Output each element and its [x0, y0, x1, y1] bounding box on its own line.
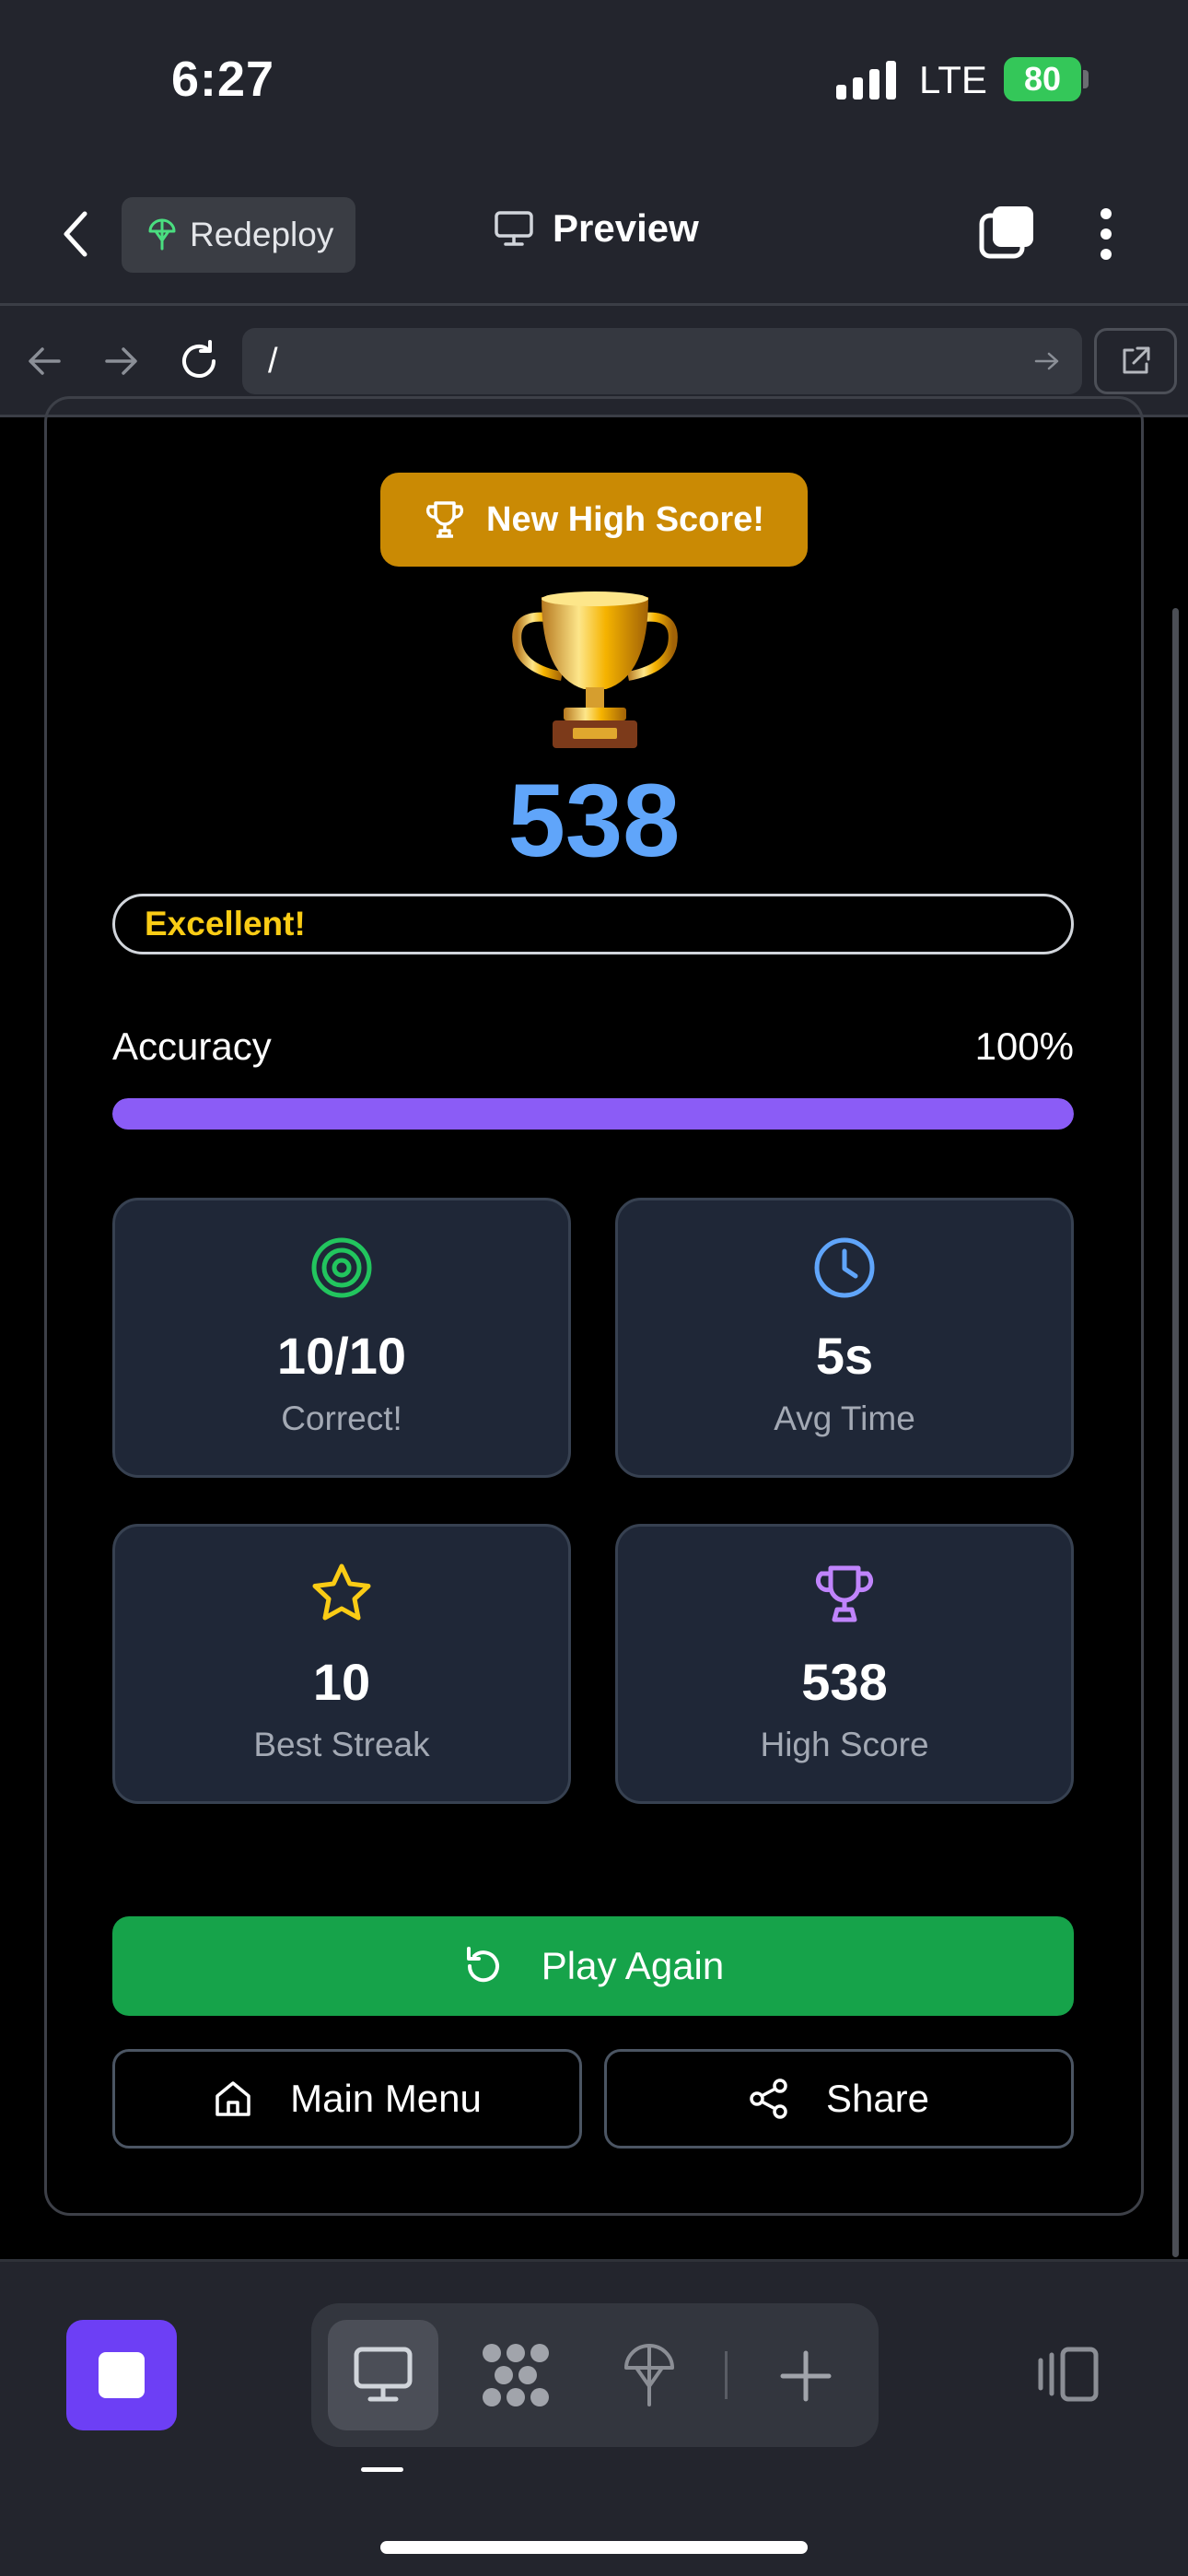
- share-label: Share: [825, 2077, 930, 2120]
- trophy-icon: [815, 1565, 874, 1622]
- share-button[interactable]: Share: [604, 2049, 1074, 2149]
- url-input[interactable]: /: [242, 328, 1082, 394]
- nav-back-arrow-icon[interactable]: [26, 345, 63, 378]
- go-arrow-icon[interactable]: [1034, 350, 1060, 372]
- monitor-icon: [354, 2347, 413, 2402]
- stat-value: 10: [312, 1653, 371, 1711]
- redeploy-label: Redeploy: [190, 216, 334, 253]
- stop-button[interactable]: [66, 2320, 177, 2430]
- main-menu-button[interactable]: Main Menu: [112, 2049, 582, 2149]
- target-icon: [311, 1237, 372, 1298]
- divider: [0, 2259, 1188, 2262]
- accuracy-progress-bar: [112, 1098, 1074, 1130]
- clock-icon: [814, 1237, 875, 1298]
- divider: [0, 303, 1188, 306]
- add-icon[interactable]: [779, 2349, 833, 2403]
- trophy-icon: [512, 591, 678, 748]
- redeploy-button[interactable]: Redeploy: [122, 197, 355, 273]
- home-icon: [215, 2081, 250, 2116]
- star-icon: [312, 1563, 371, 1621]
- stat-value: 10/10: [276, 1327, 407, 1385]
- monitor-icon: [495, 211, 533, 246]
- network-type: LTE: [919, 58, 987, 101]
- stat-label: Correct!: [281, 1399, 402, 1437]
- rating-label: Excellent!: [112, 894, 1074, 954]
- signal-icon: [836, 61, 896, 100]
- stat-label: Best Streak: [253, 1726, 430, 1763]
- stat-card-best-streak: 10 Best Streak: [112, 1524, 571, 1804]
- open-external-button[interactable]: [1094, 328, 1177, 394]
- stat-card-high-score: 538 High Score: [615, 1524, 1074, 1804]
- badge-label: New High Score!: [486, 499, 764, 539]
- accuracy-progress-fill: [112, 1098, 1074, 1130]
- play-again-label: Play Again: [541, 1944, 725, 1987]
- stop-icon: [99, 2352, 145, 2398]
- stat-label: Avg Time: [774, 1399, 915, 1437]
- status-time: 6:27: [171, 52, 275, 107]
- url-value: /: [268, 342, 278, 381]
- share-icon: [750, 2078, 787, 2119]
- home-indicator[interactable]: [380, 2541, 808, 2554]
- back-chevron-icon[interactable]: [61, 208, 90, 260]
- deploy-icon[interactable]: [623, 2340, 676, 2408]
- stat-value: 538: [801, 1653, 888, 1711]
- active-indicator: [361, 2467, 403, 2472]
- redeploy-icon: [148, 218, 176, 251]
- workflow-icon[interactable]: [479, 2342, 553, 2408]
- preview-tab[interactable]: Preview: [494, 206, 699, 251]
- stat-value: 5s: [815, 1327, 874, 1385]
- preview-label: Preview: [553, 206, 699, 250]
- battery-indicator: 80: [1004, 57, 1081, 101]
- accuracy-value: 100%: [974, 1025, 1074, 1068]
- battery-tip: [1083, 70, 1089, 88]
- nav-forward-arrow-icon[interactable]: [103, 345, 140, 378]
- reload-icon[interactable]: [177, 339, 221, 383]
- stat-label: High Score: [760, 1726, 929, 1763]
- stat-card-avg-time: 5s Avg Time: [615, 1198, 1074, 1478]
- divider: [725, 2351, 728, 2399]
- more-menu-icon[interactable]: [1096, 206, 1116, 262]
- battery-level: 80: [1023, 60, 1062, 98]
- final-score: 538: [507, 763, 681, 878]
- external-link-icon: [1123, 346, 1150, 374]
- new-high-score-badge: New High Score!: [380, 473, 808, 567]
- device-layout-icon[interactable]: [1033, 2346, 1100, 2403]
- play-again-button[interactable]: Play Again: [112, 1916, 1074, 2016]
- trophy-icon: [425, 501, 464, 538]
- restart-icon: [466, 1947, 499, 1983]
- main-menu-label: Main Menu: [290, 2077, 482, 2120]
- accuracy-label: Accuracy: [112, 1025, 272, 1068]
- tabs-icon[interactable]: [978, 205, 1037, 262]
- stat-card-correct: 10/10 Correct!: [112, 1198, 571, 1478]
